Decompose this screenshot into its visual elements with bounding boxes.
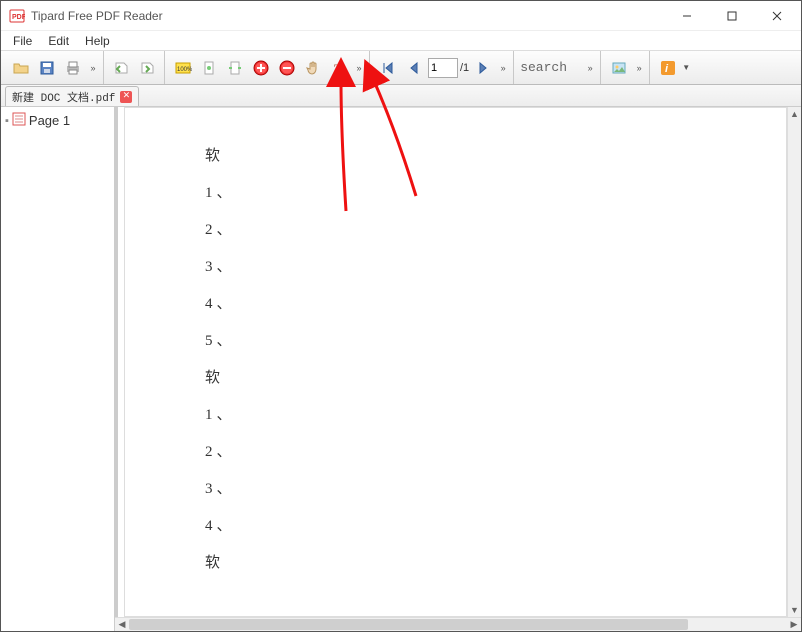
search-input[interactable]: search [520,60,582,75]
doc-line: 4、 [205,514,706,535]
overflow-chevron-icon[interactable]: » [584,56,596,80]
scroll-up-icon[interactable]: ▲ [788,107,801,121]
text-select-button[interactable]: T [327,56,351,80]
sidebar-page-label: Page 1 [29,113,70,128]
svg-text:PDF: PDF [12,14,25,21]
overflow-chevron-icon[interactable]: » [87,56,99,80]
pdf-page: 软 1、 2、 3、 4、 5、 软 1、 2、 3、 4、 软 [124,107,787,617]
main-area: ▪ Page 1 软 1、 2、 3、 4、 5、 软 1、 2、 3、 4、 … [1,107,801,631]
vertical-scrollbar[interactable]: ▲ ▼ [787,107,801,617]
overflow-chevron-icon[interactable]: » [497,56,509,80]
page-count-label: /1 [460,62,469,74]
tree-collapse-icon[interactable]: ▪ [5,115,9,127]
about-button[interactable]: i [656,56,680,80]
actual-size-button[interactable]: 100% [171,56,195,80]
doc-line: 3、 [205,255,706,276]
dropdown-icon[interactable]: ▼ [682,63,690,72]
page-number-input[interactable] [428,58,458,78]
menu-help[interactable]: Help [77,32,118,50]
scroll-thumb[interactable] [129,619,688,630]
page-viewport[interactable]: 软 1、 2、 3、 4、 5、 软 1、 2、 3、 4、 软 ▲ ▼ [115,107,801,617]
doc-line: 软 [205,144,706,165]
doc-line: 软 [205,551,706,572]
svg-text:T: T [334,61,343,76]
titlebar: PDF Tipard Free PDF Reader [1,1,801,31]
minimize-button[interactable] [664,2,709,30]
zoom-in-button[interactable] [249,56,273,80]
tab-close-icon[interactable]: ✕ [120,91,132,103]
prev-page-button[interactable] [402,56,426,80]
overflow-chevron-icon[interactable]: » [353,56,365,80]
save-button[interactable] [35,56,59,80]
fit-page-button[interactable] [197,56,221,80]
doc-line: 2、 [205,440,706,461]
next-page-button[interactable] [471,56,495,80]
scroll-left-icon[interactable]: ◀ [115,618,129,631]
open-button[interactable] [9,56,33,80]
app-icon: PDF [9,8,25,24]
print-button[interactable] [61,56,85,80]
doc-line: 3、 [205,477,706,498]
maximize-button[interactable] [709,2,754,30]
sidebar-page-node[interactable]: ▪ Page 1 [3,111,112,130]
toolbar: » 100% T » /1 » search » » i ▼ [1,51,801,85]
doc-line: 2、 [205,218,706,239]
doc-line: 1、 [205,181,706,202]
window-title: Tipard Free PDF Reader [31,9,664,23]
tab-strip: 新建 DOC 文档.pdf ✕ [1,85,801,107]
first-page-button[interactable] [376,56,400,80]
sidebar: ▪ Page 1 [1,107,115,631]
doc-line: 5、 [205,329,706,350]
horizontal-scrollbar[interactable]: ◀ ▶ [115,617,801,631]
menubar: File Edit Help [1,31,801,51]
fit-width-button[interactable] [223,56,247,80]
doc-line: 软 [205,366,706,387]
page-thumb-icon [12,112,26,129]
menu-edit[interactable]: Edit [40,32,77,50]
prev-doc-button[interactable] [110,56,134,80]
menu-file[interactable]: File [5,32,40,50]
doc-line: 4、 [205,292,706,313]
snapshot-button[interactable] [607,56,631,80]
content-area: 软 1、 2、 3、 4、 5、 软 1、 2、 3、 4、 软 ▲ ▼ ◀ [115,107,801,631]
scroll-right-icon[interactable]: ▶ [787,618,801,631]
document-tab[interactable]: 新建 DOC 文档.pdf ✕ [5,86,139,106]
scroll-down-icon[interactable]: ▼ [788,603,801,617]
zoom-out-button[interactable] [275,56,299,80]
next-doc-button[interactable] [136,56,160,80]
doc-line: 1、 [205,403,706,424]
hand-tool-button[interactable] [301,56,325,80]
tab-filename: 新建 DOC 文档.pdf [12,89,115,105]
svg-text:100%: 100% [177,67,192,73]
overflow-chevron-icon[interactable]: » [633,56,645,80]
close-button[interactable] [754,2,799,30]
